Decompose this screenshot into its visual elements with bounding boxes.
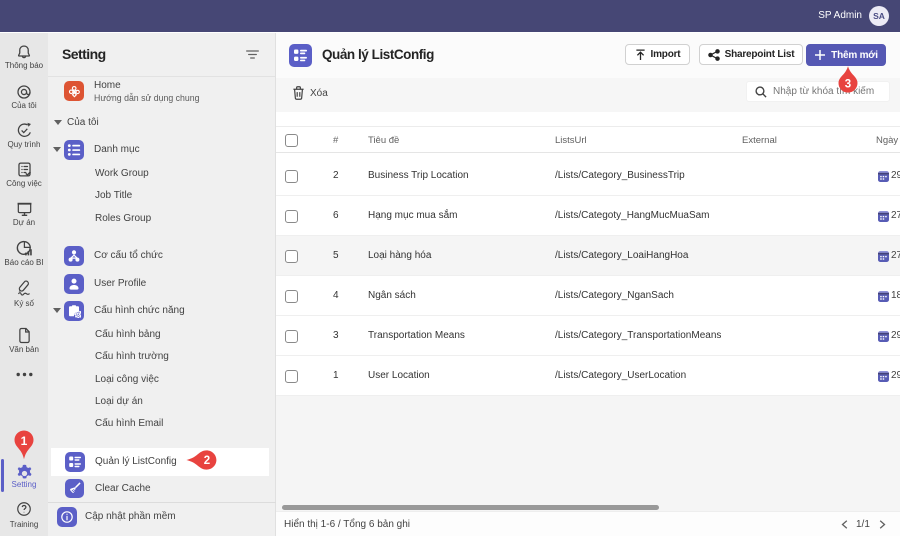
svg-text:3: 3: [845, 78, 851, 90]
svg-text:2: 2: [204, 455, 210, 467]
svg-text:1: 1: [21, 434, 28, 448]
